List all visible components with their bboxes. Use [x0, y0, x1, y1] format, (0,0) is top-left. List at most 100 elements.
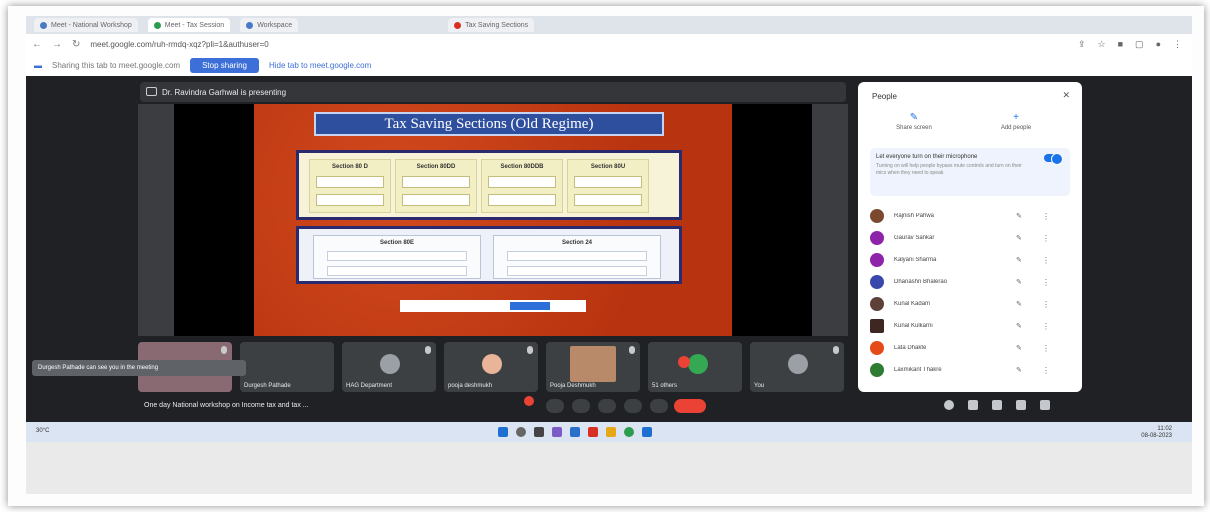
participant-row[interactable]: Kalyani Sharma ✎ ⋮ — [870, 252, 1070, 268]
participant-row[interactable]: Laxmikant Thakre ✎ ⋮ — [870, 362, 1070, 378]
forward-icon[interactable]: → — [52, 39, 62, 50]
participant-avatar — [870, 363, 884, 377]
section-card: Section 80U — [567, 159, 649, 213]
activities-icon[interactable] — [1016, 400, 1026, 410]
tab-favicon-icon — [454, 21, 462, 29]
meet-window: Dr. Ravindra Garhwal is presenting Tax S… — [26, 76, 1192, 422]
camera-button[interactable] — [572, 399, 590, 413]
participant-avatar — [380, 354, 400, 374]
more-icon[interactable]: ⋮ — [1042, 344, 1050, 353]
participant-row[interactable]: Rajnish Pahwa ✎ ⋮ — [870, 208, 1070, 224]
participant-tile[interactable]: 51 others — [648, 342, 742, 392]
edge-icon[interactable] — [570, 427, 580, 437]
mic-off-icon[interactable]: ✎ — [1016, 366, 1022, 374]
weather-widget[interactable]: 30°C — [36, 428, 49, 434]
mic-icon — [833, 346, 839, 354]
store-icon[interactable] — [642, 427, 652, 437]
system-clock[interactable]: 11:02 08-08-2023 — [1141, 426, 1172, 440]
mic-off-icon[interactable]: ✎ — [1016, 322, 1022, 330]
share-icon[interactable]: ⇪ — [1078, 39, 1086, 50]
participant-row[interactable]: Kunal Kadam ✎ ⋮ — [870, 296, 1070, 312]
profile-icon[interactable]: ● — [1156, 39, 1161, 50]
host-controls-icon[interactable] — [1040, 400, 1050, 410]
participant-row[interactable]: Gaurav Sankar ✎ ⋮ — [870, 230, 1070, 246]
slide-footer-bar — [400, 300, 586, 312]
address-bar: ← → ↻ meet.google.com/ruh-rmdq-xqz?pli=1… — [26, 34, 1192, 54]
more-icon[interactable]: ⋮ — [1042, 234, 1050, 243]
browser-tab[interactable]: Workspace — [240, 18, 299, 32]
participant-name: Pooja Deshmukh — [550, 383, 596, 389]
stop-sharing-button[interactable]: Stop sharing — [190, 57, 259, 73]
participant-tile[interactable]: You — [750, 342, 844, 392]
setting-description: Turning on will help people bypass mute … — [876, 163, 1022, 176]
extension-icon[interactable]: ■ — [1118, 39, 1123, 50]
slide-footer-button — [510, 302, 550, 310]
search-icon[interactable] — [516, 427, 526, 437]
setting-title: Let everyone turn on their microphone — [876, 154, 978, 160]
participant-tile[interactable]: Durgesh Pathade — [240, 342, 334, 392]
mic-button[interactable] — [546, 399, 564, 413]
mic-off-icon[interactable]: ✎ — [1016, 300, 1022, 308]
info-icon[interactable] — [944, 400, 954, 410]
more-icon[interactable]: ⋮ — [1042, 256, 1050, 265]
browser-tab[interactable]: Meet - National Workshop — [34, 18, 138, 32]
chrome-icon[interactable] — [624, 427, 634, 437]
hide-link[interactable]: Hide tab to meet.google.com — [269, 61, 371, 70]
share-screen-action[interactable]: ✎ Share screen — [874, 112, 954, 131]
start-icon[interactable] — [498, 427, 508, 437]
more-icon[interactable]: ⋮ — [1042, 300, 1050, 309]
section-card: Section 80E — [313, 235, 481, 279]
close-icon[interactable]: ✕ — [1062, 90, 1070, 101]
tooltip: Durgesh Pathade can see you in the meeti… — [32, 360, 246, 376]
end-call-button[interactable] — [674, 399, 706, 413]
task-view-icon[interactable] — [534, 427, 544, 437]
participant-avatar — [870, 231, 884, 245]
captions-button[interactable] — [598, 399, 616, 413]
mic-icon — [221, 346, 227, 354]
more-options-button[interactable] — [650, 399, 668, 413]
add-person-icon: + — [1013, 112, 1019, 123]
participant-tile[interactable]: Pooja Deshmukh — [546, 342, 640, 392]
browser-tab-active[interactable]: Meet - Tax Session — [147, 18, 231, 32]
meeting-title: One day National workshop on Income tax … — [144, 402, 309, 409]
participant-row[interactable]: Kunal Kulkarni ✎ ⋮ — [870, 318, 1070, 334]
more-icon[interactable]: ⋮ — [1042, 278, 1050, 287]
add-people-action[interactable]: + Add people — [976, 112, 1056, 131]
star-icon[interactable]: ☆ — [1098, 39, 1106, 50]
mic-off-icon[interactable]: ✎ — [1016, 212, 1022, 220]
mic-off-icon[interactable]: ✎ — [1016, 344, 1022, 352]
mic-off-icon[interactable]: ✎ — [1016, 234, 1022, 242]
file-explorer-icon[interactable] — [606, 427, 616, 437]
participant-avatar — [870, 275, 884, 289]
participant-name: Durgesh Pathade — [244, 383, 291, 389]
sharing-text: Sharing this tab to meet.google.com — [52, 60, 181, 70]
raise-hand-icon[interactable] — [524, 396, 534, 406]
people-icon[interactable] — [968, 400, 978, 410]
url-field[interactable]: meet.google.com/ruh-rmdq-xqz?pli=1&authu… — [90, 40, 268, 49]
reload-icon[interactable]: ↻ — [72, 39, 80, 50]
present-button[interactable] — [624, 399, 642, 413]
participant-name: HAG Department — [346, 383, 393, 389]
participant-avatar — [870, 319, 884, 333]
chat-icon[interactable] — [992, 400, 1002, 410]
mic-toggle[interactable] — [1044, 153, 1063, 165]
participant-tile[interactable]: pooja deshmukh — [444, 342, 538, 392]
menu-icon[interactable]: ⋮ — [1173, 39, 1182, 50]
office-icon[interactable] — [588, 427, 598, 437]
more-icon[interactable]: ⋮ — [1042, 212, 1050, 221]
mic-off-icon[interactable]: ✎ — [1016, 256, 1022, 264]
participant-row[interactable]: Dhanashri Bhalerao ✎ ⋮ — [870, 274, 1070, 290]
participant-row[interactable]: Lata Dhakte ✎ ⋮ — [870, 340, 1070, 356]
blank-area — [26, 442, 1192, 494]
browser-tab[interactable]: Tax Saving Sections — [448, 18, 535, 32]
participant-tile[interactable]: HAG Department — [342, 342, 436, 392]
teams-icon[interactable] — [552, 427, 562, 437]
back-icon[interactable]: ← — [32, 39, 42, 50]
windows-taskbar: 30°C 11:02 08-08-2023 — [26, 422, 1192, 442]
share-screen-icon: ✎ — [909, 112, 919, 123]
more-icon[interactable]: ⋮ — [1042, 322, 1050, 331]
sidebar-icon[interactable]: ▢ — [1135, 39, 1144, 50]
mic-off-icon[interactable]: ✎ — [1016, 278, 1022, 286]
more-icon[interactable]: ⋮ — [1042, 366, 1050, 375]
people-panel: People ✕ ✎ Share screen + Add people Let e… — [858, 82, 1082, 392]
